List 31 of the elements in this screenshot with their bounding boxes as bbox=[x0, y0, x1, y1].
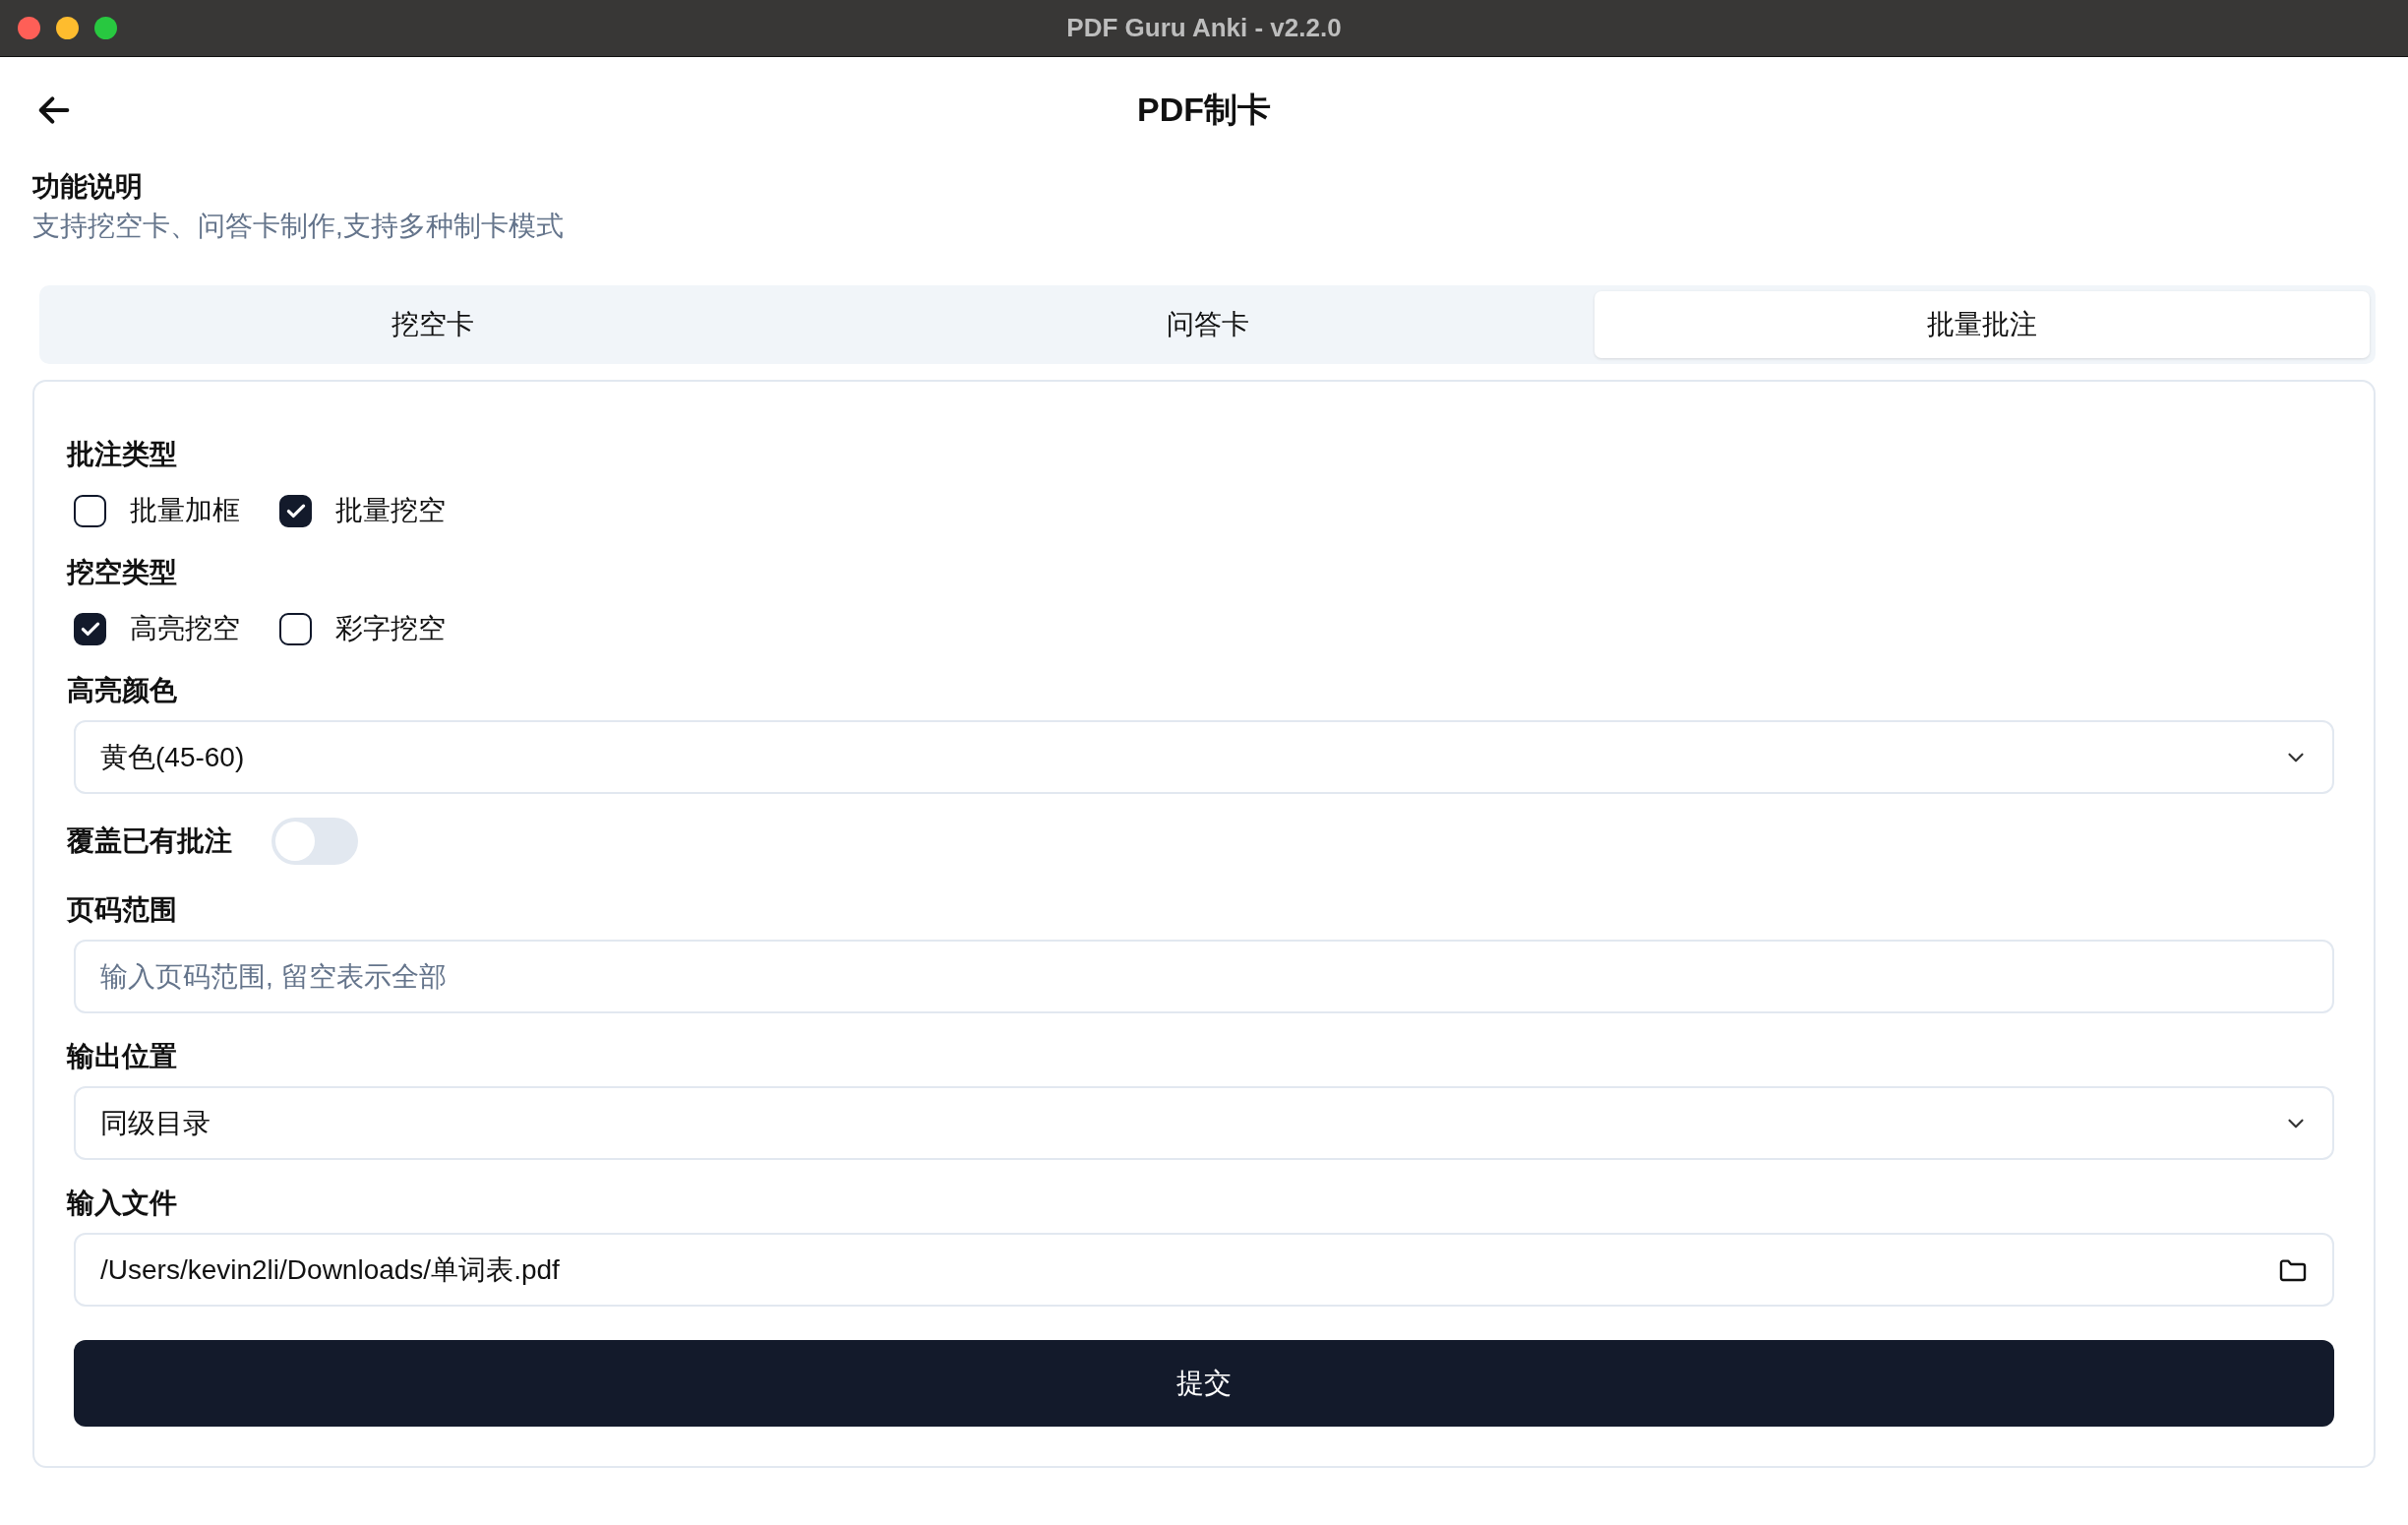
checkbox-label: 高亮挖空 bbox=[130, 612, 240, 645]
description-heading: 功能说明 bbox=[32, 170, 144, 204]
file-path-field[interactable]: /Users/kevin2li/Downloads/单词表.pdf bbox=[74, 1233, 2334, 1307]
field-label: 高亮颜色 bbox=[67, 674, 178, 707]
description-text: 支持挖空卡、问答卡制作,支持多种制卡模式 bbox=[32, 210, 565, 243]
window-title: PDF Guru Anki - v2.2.0 bbox=[1066, 13, 1342, 43]
field-label: 页码范围 bbox=[67, 893, 178, 927]
input-field[interactable]: 输入页码范围, 留空表示全部 bbox=[74, 940, 2334, 1013]
checkbox[interactable] bbox=[279, 612, 312, 645]
field-label: 批注类型 bbox=[67, 438, 178, 471]
tab[interactable]: 批量批注 bbox=[1595, 291, 2370, 358]
field-label: 输出位置 bbox=[67, 1040, 178, 1073]
toggle-switch[interactable] bbox=[271, 818, 358, 865]
page-title: PDF制卡 bbox=[1137, 90, 1271, 130]
field-label: 挖空类型 bbox=[67, 556, 178, 589]
checkbox-label: 彩字挖空 bbox=[335, 612, 446, 645]
tab[interactable]: 挖空卡 bbox=[45, 291, 820, 358]
field-label: 覆盖已有批注 bbox=[67, 824, 232, 858]
zoom-button[interactable] bbox=[94, 17, 117, 39]
tab[interactable]: 问答卡 bbox=[819, 291, 1595, 358]
dropdown[interactable]: 同级目录 bbox=[74, 1086, 2334, 1160]
dropdown[interactable]: 黄色(45-60) bbox=[74, 720, 2334, 794]
checkbox-label: 批量挖空 bbox=[335, 494, 446, 527]
field-label: 输入文件 bbox=[67, 1187, 178, 1220]
minimize-button[interactable] bbox=[56, 17, 79, 39]
checkbox[interactable] bbox=[279, 494, 312, 527]
checkbox[interactable] bbox=[74, 612, 106, 645]
checkbox[interactable] bbox=[74, 494, 106, 527]
close-button[interactable] bbox=[18, 17, 40, 39]
checkbox-label: 批量加框 bbox=[130, 494, 240, 527]
submit-button[interactable]: 提交 bbox=[74, 1340, 2334, 1427]
